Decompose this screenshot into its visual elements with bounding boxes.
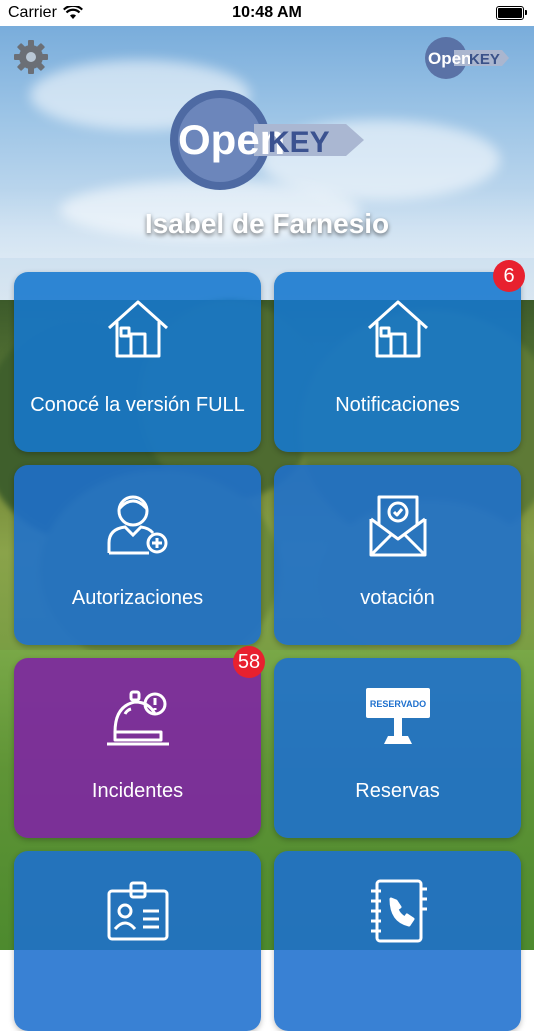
tile-reservations[interactable]: RESERVADO Reservas	[274, 658, 521, 838]
tile-label: votación	[360, 587, 435, 609]
user-add-icon	[14, 491, 261, 557]
tile-label: Incidentes	[91, 780, 184, 802]
tile-notifications[interactable]: Notificaciones 6	[274, 260, 525, 452]
settings-gear-icon[interactable]	[12, 38, 50, 76]
incidents-badge: 58	[233, 646, 265, 678]
status-bar: Carrier 10:48 AM	[0, 0, 534, 26]
id-badge-icon	[14, 877, 261, 943]
tile-label: Autorizaciones	[71, 587, 204, 609]
reserved-sign-icon: RESERVADO	[274, 684, 521, 750]
tile-voting[interactable]: votación	[274, 465, 521, 645]
small-logo-open-text: Open	[428, 49, 471, 68]
notification-badge: 6	[493, 260, 525, 292]
tile-full-version[interactable]: Conocé la versión FULL	[14, 272, 261, 452]
alert-bell-icon	[14, 684, 261, 750]
tile-label: Reservas	[355, 780, 440, 802]
reserved-sign-text: RESERVADO	[369, 699, 425, 709]
phone-book-icon	[274, 877, 521, 943]
logo-key-text: KEY	[268, 126, 330, 159]
user-name: Isabel de Farnesio	[144, 208, 390, 239]
vote-envelope-icon	[274, 491, 521, 557]
house-icon	[274, 298, 521, 364]
openkey-small-logo: Open KEY	[424, 36, 510, 80]
battery-icon	[496, 6, 527, 20]
openkey-logo: Open KEY	[168, 88, 368, 192]
tile-label: Notificaciones	[335, 394, 460, 416]
tile-id-card[interactable]	[14, 851, 261, 1031]
clock: 10:48 AM	[232, 4, 302, 21]
small-logo-key-text: KEY	[469, 51, 500, 68]
tile-incidents[interactable]: Incidentes 58	[14, 646, 265, 838]
tile-label: Conocé la versión FULL	[30, 394, 245, 416]
tile-phone-book[interactable]	[274, 851, 521, 1031]
tile-authorizations[interactable]: Autorizaciones	[14, 465, 261, 645]
house-icon	[14, 298, 261, 364]
